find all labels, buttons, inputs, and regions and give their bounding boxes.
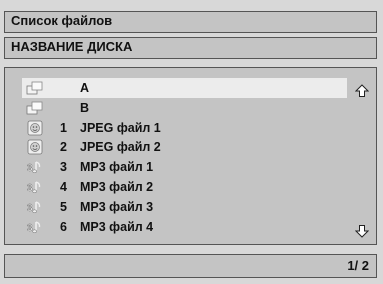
file-item-name: B: [80, 100, 90, 115]
music-file-icon: 3: [26, 159, 44, 175]
file-item-number: 3: [60, 160, 67, 175]
arrow-up-icon[interactable]: [355, 84, 369, 98]
music-file-icon: 3: [26, 179, 44, 195]
file-item-number: 2: [60, 140, 67, 155]
file-list: A B 1 JPEG файл 1 2 JPEG файл 2 3 3 MP3 файл 1 3 4…: [4, 67, 377, 245]
arrow-down-icon[interactable]: [355, 224, 369, 238]
file-item-label: 1 JPEG файл 1: [60, 120, 161, 136]
file-item-name: JPEG файл 2: [80, 140, 161, 155]
file-list-item[interactable]: A: [22, 78, 347, 98]
disc-name-bar: НАЗВАНИЕ ДИСКА: [4, 37, 377, 59]
file-item-name: JPEG файл 1: [80, 120, 161, 135]
file-item-number: 5: [60, 199, 67, 214]
disc-name-text: НАЗВАНИЕ ДИСКА: [11, 39, 133, 54]
file-list-item[interactable]: 3 6 MP3 файл 4: [22, 217, 347, 237]
file-item-label: 3 MP3 файл 1: [60, 159, 153, 175]
file-list-item[interactable]: 1 JPEG файл 1: [22, 118, 347, 138]
file-item-name: MP3 файл 1: [80, 160, 154, 175]
file-item-number: 6: [60, 219, 67, 234]
svg-text:3: 3: [27, 203, 33, 214]
file-list-item[interactable]: 2 JPEG файл 2: [22, 137, 347, 157]
file-item-name: MP3 файл 2: [80, 180, 154, 194]
file-list-item[interactable]: 3 4 MP3 файл 2: [22, 177, 347, 197]
page-indicator: 1/ 2: [347, 258, 369, 273]
file-item-label: B: [60, 100, 89, 116]
music-file-icon: 3: [26, 219, 44, 235]
music-file-icon: 3: [26, 199, 44, 215]
file-list-item[interactable]: 3 3 MP3 файл 1: [22, 157, 347, 177]
window-title-text: Список файлов: [11, 13, 113, 28]
file-item-number: 1: [60, 120, 67, 135]
folder-icon: [26, 100, 44, 116]
file-item-label: 4 MP3 файл 2: [60, 179, 153, 195]
status-bar: 1/ 2: [4, 254, 377, 278]
folder-icon: [26, 80, 44, 96]
file-item-name: MP3 файл 3: [80, 199, 154, 214]
file-item-name: MP3 файл 4: [80, 219, 154, 234]
svg-text:3: 3: [27, 223, 33, 234]
file-item-label: 5 MP3 файл 3: [60, 199, 153, 215]
file-item-label: 2 JPEG файл 2: [60, 139, 161, 155]
file-list-item[interactable]: B: [22, 98, 347, 118]
window-title: Список файлов: [4, 11, 377, 33]
file-item-label: A: [60, 80, 89, 96]
svg-text:3: 3: [27, 163, 33, 174]
image-file-icon: [26, 120, 44, 136]
image-file-icon: [26, 139, 44, 155]
file-item-name: A: [80, 81, 90, 95]
file-list-item[interactable]: 3 5 MP3 файл 3: [22, 197, 347, 217]
file-item-number: 4: [60, 180, 67, 194]
svg-text:3: 3: [27, 183, 33, 194]
file-item-label: 6 MP3 файл 4: [60, 219, 153, 235]
